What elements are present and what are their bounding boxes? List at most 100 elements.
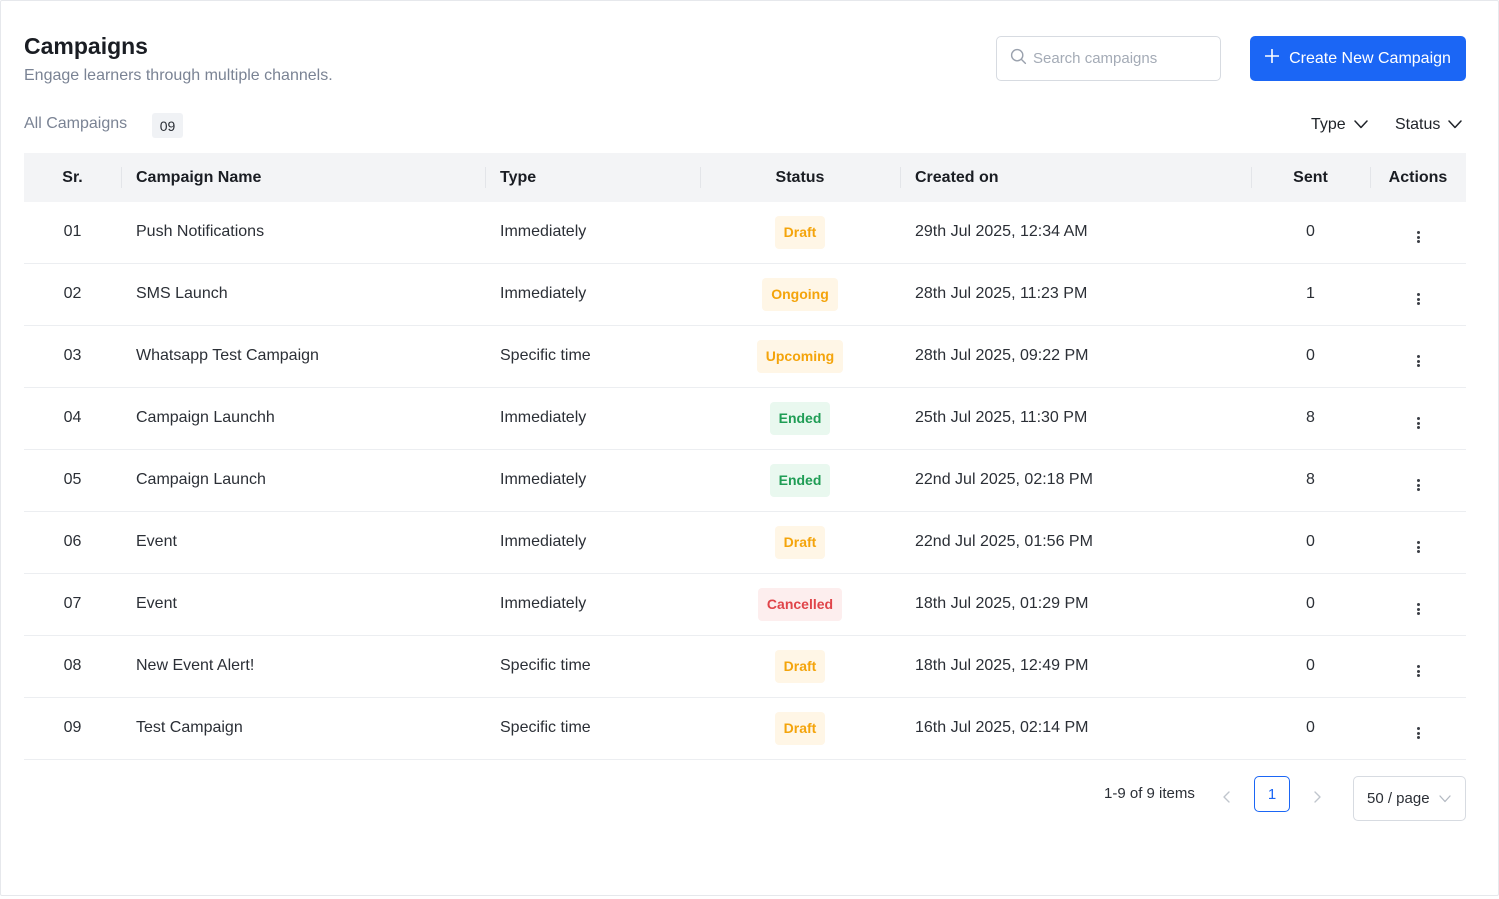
status-badge: Draft (774, 215, 826, 249)
row-status-cell: Ended (700, 449, 900, 511)
table-row[interactable]: 04 Campaign Launchh Immediately Ended 25th J… (24, 387, 1466, 449)
table-row[interactable]: 06 Event Immediately Draft 22nd Jul 2025, 01… (24, 511, 1466, 573)
table-row[interactable]: 03 Whatsapp Test Campaign Specific time Upc… (24, 325, 1466, 387)
more-options-icon[interactable] (1413, 727, 1423, 739)
table-row[interactable]: 09 Test Campaign Specific time Draft 16th Ju… (24, 697, 1466, 759)
status-filter-label: Status (1395, 116, 1441, 133)
row-campaign-name: Whatsapp Test Campaign (136, 347, 319, 364)
table-row[interactable]: 08 New Event Alert! Specific time Draft 18th… (24, 635, 1466, 697)
row-sr: 07 (63, 595, 82, 612)
row-sent: 0 (1306, 347, 1315, 364)
more-options-icon[interactable] (1413, 541, 1423, 553)
row-sent: 1 (1306, 285, 1315, 302)
row-sent: 0 (1306, 657, 1315, 674)
table-row[interactable]: 02 SMS Launch Immediately Ongoing 28th Jul 2… (24, 263, 1466, 325)
more-options-icon[interactable] (1413, 355, 1423, 367)
search-icon (1010, 48, 1027, 70)
row-status-cell: Draft (700, 635, 900, 697)
page-size-value: 50 / page (1367, 790, 1430, 807)
row-sr: 06 (63, 533, 82, 550)
row-status-cell: Draft (700, 697, 900, 759)
column-header-type: Type (485, 153, 700, 202)
search-box[interactable] (996, 36, 1221, 81)
chevron-right-icon[interactable] (1311, 790, 1323, 804)
status-badge: Draft (774, 649, 826, 683)
row-campaign-name: Campaign Launchh (136, 409, 275, 426)
row-sent: 8 (1306, 471, 1315, 488)
row-type: Specific time (500, 347, 591, 364)
plus-icon (1264, 48, 1289, 68)
row-actions-cell (1370, 635, 1466, 697)
row-status-cell: Draft (700, 202, 900, 263)
search-input[interactable] (1033, 50, 1208, 67)
column-header-campaign-name: Campaign Name (121, 153, 485, 202)
row-type: Specific time (500, 657, 591, 674)
row-created-on: 29th Jul 2025, 12:34 AM (915, 223, 1088, 241)
more-options-icon[interactable] (1413, 231, 1423, 244)
create-campaign-label: Create New Campaign (1289, 49, 1451, 67)
page-size-select[interactable]: 50 / page (1353, 776, 1466, 821)
row-created-on: 18th Jul 2025, 01:29 PM (915, 595, 1089, 612)
pagination-range: 1-9 of 9 items (1104, 785, 1195, 802)
row-campaign-name: New Event Alert! (136, 657, 255, 674)
row-campaign-name: SMS Launch (136, 285, 228, 302)
row-actions-cell (1370, 449, 1466, 511)
row-status-cell: Ended (700, 387, 900, 449)
create-campaign-button[interactable]: Create New Campaign (1250, 36, 1466, 81)
type-filter-dropdown[interactable]: Type (1311, 113, 1368, 137)
row-actions-cell (1370, 325, 1466, 387)
tab-all-campaigns[interactable]: All Campaigns (24, 115, 127, 133)
campaign-count-badge: 09 (152, 113, 183, 138)
more-options-icon[interactable] (1413, 293, 1423, 305)
column-header-sent: Sent (1251, 153, 1370, 202)
chevron-left-icon[interactable] (1221, 790, 1233, 804)
row-type: Specific time (500, 719, 591, 736)
row-sent: 0 (1306, 533, 1315, 550)
table-row[interactable]: 07 Event Immediately Cancelled 18th Jul 2025… (24, 573, 1466, 635)
row-created-on: 22nd Jul 2025, 01:56 PM (915, 533, 1093, 550)
row-sr: 04 (63, 409, 82, 426)
row-campaign-name: Test Campaign (136, 719, 243, 736)
status-badge: Draft (774, 711, 826, 745)
row-sr: 03 (63, 347, 82, 364)
row-status-cell: Ongoing (700, 263, 900, 325)
campaigns-table: Sr. Campaign Name Type Status Created on… (24, 153, 1466, 760)
row-status-cell: Cancelled (700, 573, 900, 635)
more-options-icon[interactable] (1413, 417, 1423, 429)
table-row[interactable]: 01 Push Notifications Immediately Draft 29th… (24, 202, 1466, 263)
column-header-actions: Actions (1370, 153, 1466, 202)
row-created-on: 22nd Jul 2025, 02:18 PM (915, 471, 1093, 488)
row-sent: 0 (1306, 223, 1315, 241)
row-created-on: 18th Jul 2025, 12:49 PM (915, 657, 1089, 674)
row-created-on: 28th Jul 2025, 09:22 PM (915, 347, 1089, 364)
row-created-on: 28th Jul 2025, 11:23 PM (915, 285, 1088, 302)
status-filter-dropdown[interactable]: Status (1395, 113, 1463, 137)
row-actions-cell (1370, 202, 1466, 263)
row-type: Immediately (500, 471, 587, 488)
status-badge: Draft (774, 525, 826, 559)
more-options-icon[interactable] (1413, 665, 1423, 677)
row-sent: 8 (1306, 409, 1315, 426)
row-created-on: 16th Jul 2025, 02:14 PM (915, 719, 1089, 736)
row-type: Immediately (500, 533, 587, 550)
more-options-icon[interactable] (1413, 603, 1423, 615)
row-type: Immediately (500, 409, 587, 426)
chevron-down-icon (1346, 116, 1368, 134)
row-campaign-name: Event (136, 595, 177, 612)
row-type: Immediately (500, 595, 587, 612)
status-badge: Upcoming (756, 339, 844, 373)
row-sr: 01 (63, 223, 82, 241)
row-sr: 08 (63, 657, 82, 674)
column-header-sr: Sr. (62, 168, 83, 186)
row-sr: 09 (63, 719, 82, 736)
page-number-button[interactable]: 1 (1254, 776, 1290, 812)
row-campaign-name: Campaign Launch (136, 471, 266, 488)
row-actions-cell (1370, 573, 1466, 635)
row-status-cell: Upcoming (700, 325, 900, 387)
column-header-created-on: Created on (900, 153, 1251, 202)
row-sr: 05 (63, 471, 82, 488)
status-badge: Ended (769, 463, 831, 497)
more-options-icon[interactable] (1413, 479, 1423, 491)
row-actions-cell (1370, 511, 1466, 573)
table-row[interactable]: 05 Campaign Launch Immediately Ended 22nd Ju… (24, 449, 1466, 511)
